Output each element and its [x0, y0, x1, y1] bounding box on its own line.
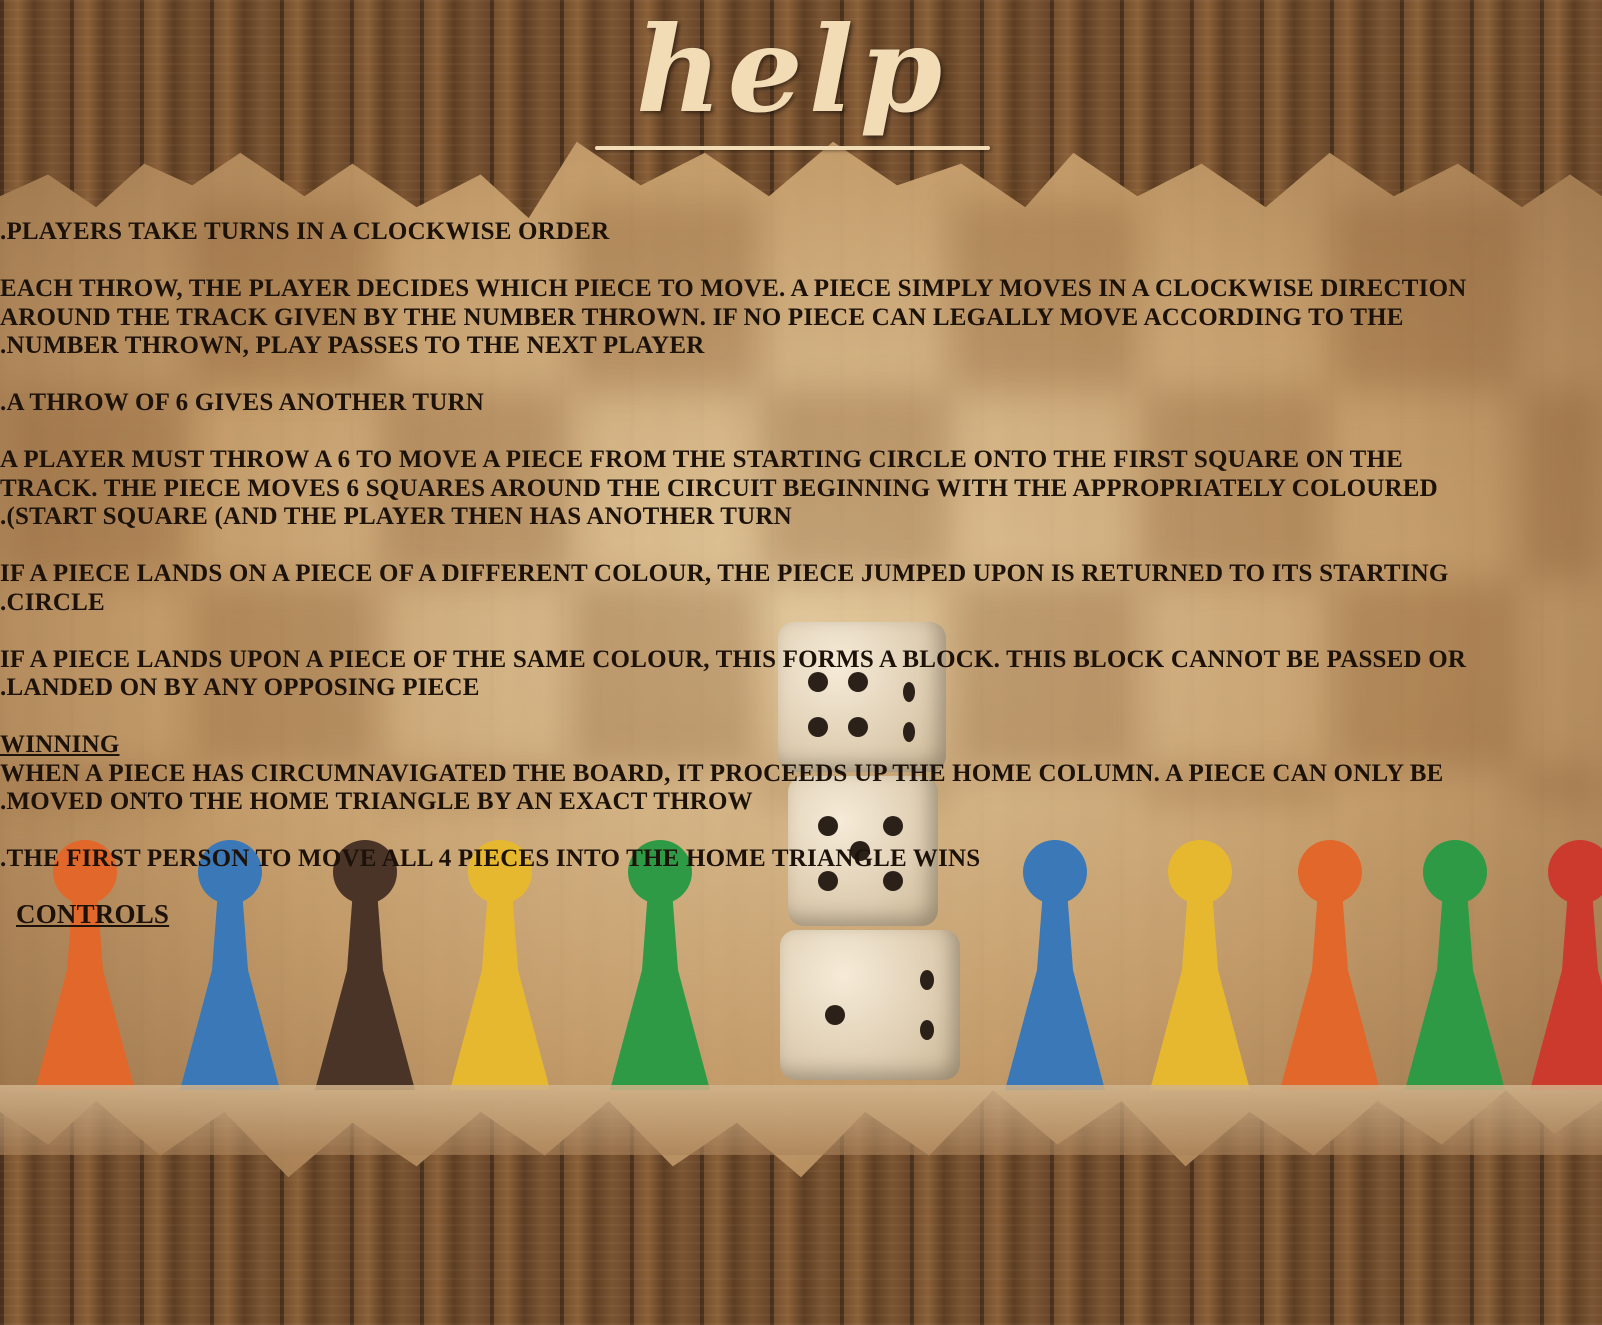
die-bottom-image [780, 930, 960, 1080]
winning-final-rule: .THE FIRST PERSON TO MOVE ALL 4 PIECES I… [0, 845, 981, 872]
shelf [0, 1085, 1602, 1155]
rule-turn-order: .PLAYERS TAKE TURNS IN A CLOCKWISE ORDER [0, 218, 610, 245]
winning-rule: WHEN A PIECE HAS CIRCUMNAVIGATED THE BOA… [0, 759, 1444, 816]
rule-capture: IF A PIECE LANDS ON A PIECE OF A DIFFERE… [0, 560, 1449, 616]
controls-link[interactable]: CONTROLS [16, 900, 169, 929]
rule-starting-piece: A PLAYER MUST THROW A 6 TO MOVE A PIECE … [0, 446, 1438, 530]
rule-block: IF A PIECE LANDS UPON A PIECE OF THE SAM… [0, 645, 1467, 702]
rule-movement: EACH THROW, THE PLAYER DECIDES WHICH PIE… [0, 275, 1467, 359]
help-content: .PLAYERS TAKE TURNS IN A CLOCKWISE ORDER… [0, 218, 1600, 931]
page-title: help [635, 0, 949, 139]
winning-heading: WINNING [0, 731, 120, 758]
title-underline [595, 146, 990, 150]
rule-six-extra-turn: .A THROW OF 6 GIVES ANOTHER TURN [0, 389, 485, 416]
